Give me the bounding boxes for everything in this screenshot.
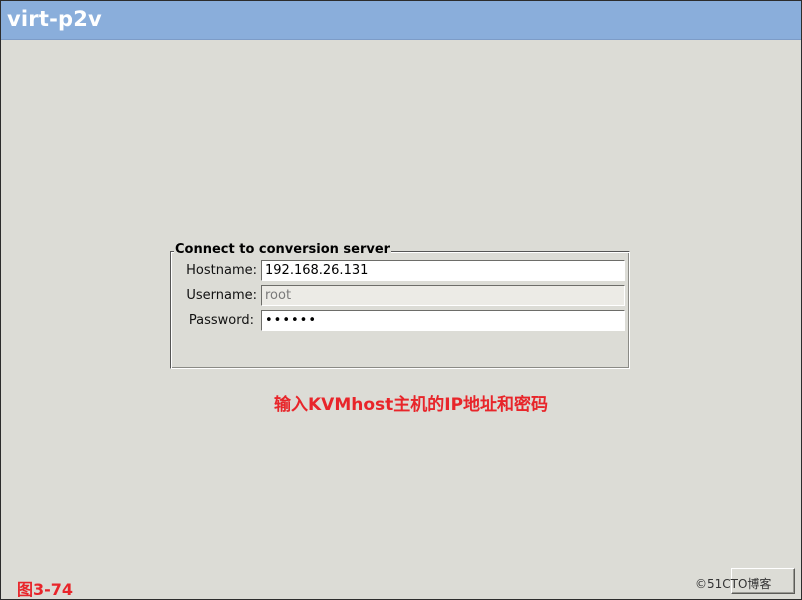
username-label: Username: [186, 288, 257, 303]
hostname-label: Hostname: [186, 263, 257, 278]
figure-label: 图3-74 [17, 580, 74, 599]
username-field[interactable]: root [261, 285, 625, 306]
password-label: Password: [188, 313, 254, 328]
title-bar: virt-p2v [1, 1, 801, 40]
hostname-field[interactable]: 192.168.26.131 [261, 260, 625, 281]
watermark-text: ©51CTO博客 [695, 577, 772, 591]
window-title: virt-p2v [7, 7, 102, 31]
annotation-text: 输入KVMhost主机的IP地址和密码 [274, 395, 549, 415]
connection-group-title: Connect to conversion server [174, 242, 392, 257]
password-field[interactable]: •••••• [261, 310, 625, 331]
